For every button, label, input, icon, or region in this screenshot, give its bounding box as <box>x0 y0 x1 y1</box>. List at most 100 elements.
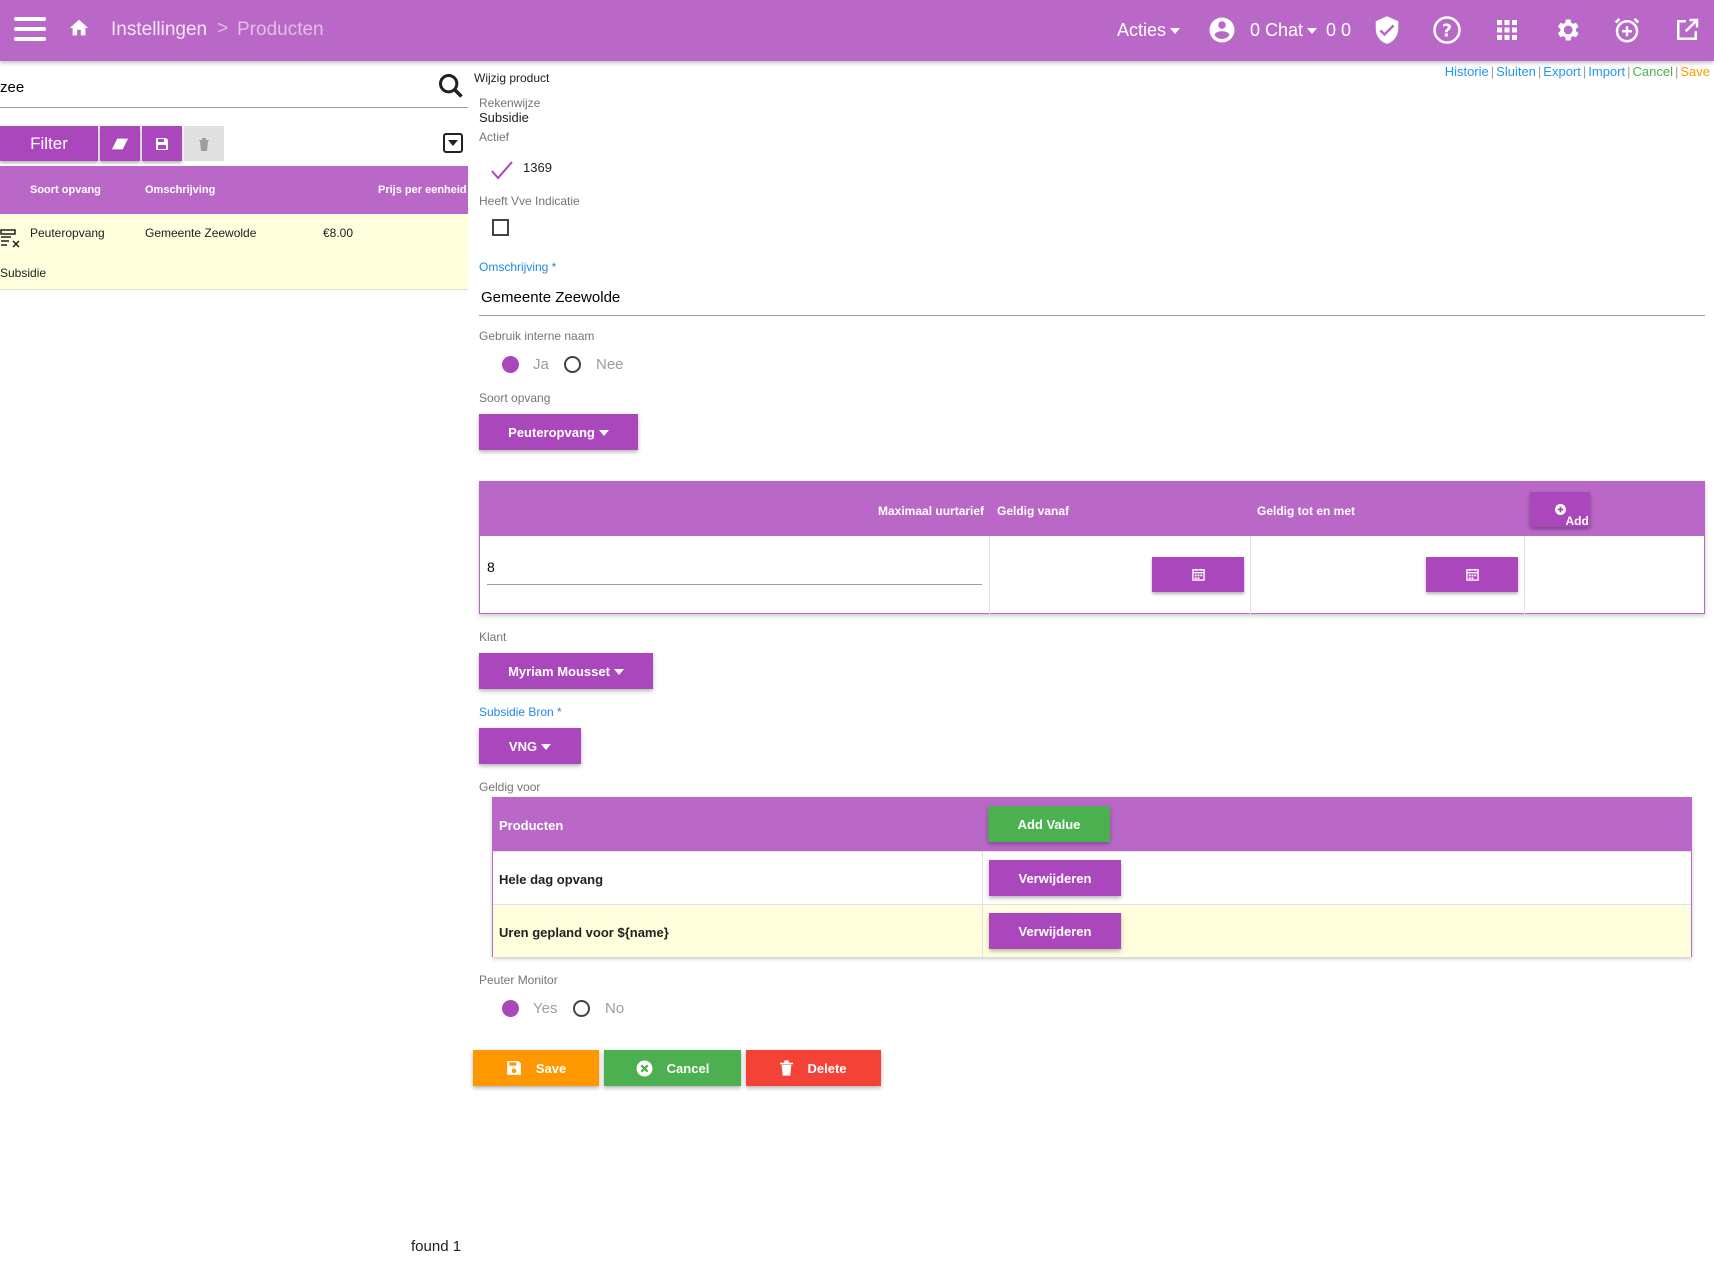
shield-check-icon[interactable] <box>1372 15 1402 45</box>
soort-opvang-value: Peuteropvang <box>508 424 595 440</box>
result-count: found 1 <box>411 1238 462 1255</box>
rates-table: Maximaal uurtarief Geldig vanaf Geldig t… <box>479 481 1705 614</box>
monitor-no-radio[interactable] <box>573 1000 590 1017</box>
alarm-add-icon[interactable] <box>1612 15 1642 45</box>
svg-text:?: ? <box>1442 21 1452 41</box>
omschrijving-label: Omschrijving * <box>479 260 557 274</box>
save-filter-button[interactable] <box>142 126 182 161</box>
add-rate-label: Add <box>1565 514 1589 528</box>
interne-naam-no-label: Nee <box>596 356 624 373</box>
klant-dropdown[interactable]: Myriam Mousset <box>479 653 653 689</box>
delete-filter-button[interactable] <box>184 126 224 161</box>
table-row: Uren gepland voor ${name} Verwijderen <box>493 904 1691 957</box>
search-bar <box>0 70 468 108</box>
collapse-toggle-icon[interactable] <box>443 133 463 153</box>
chevron-down-icon <box>613 669 624 676</box>
omschrijving-field[interactable] <box>479 279 1705 316</box>
link-divider: | <box>1627 64 1631 79</box>
chat-menu[interactable]: 0 Chat <box>1250 20 1318 41</box>
peuter-monitor-label: Peuter Monitor <box>479 973 558 987</box>
soort-opvang-dropdown[interactable]: Peuteropvang <box>479 414 638 450</box>
apps-grid-icon[interactable] <box>1492 15 1522 45</box>
acties-menu[interactable]: Acties <box>1117 20 1181 41</box>
breadcrumb-instellingen[interactable]: Instellingen <box>111 19 207 41</box>
interne-naam-yes-label: Ja <box>533 356 549 373</box>
subsidie-bron-label: Subsidie Bron * <box>479 705 562 719</box>
add-rate-button[interactable]: Add <box>1530 492 1590 528</box>
top-app-bar: Instellingen > Producten Acties 0 Chat 0… <box>0 0 1714 61</box>
home-icon[interactable] <box>68 17 90 39</box>
row-subtype: Subsidie <box>0 266 47 280</box>
rekenwijze-label: Rekenwijze <box>479 96 541 110</box>
delete-button[interactable]: Delete <box>746 1050 881 1086</box>
monitor-yes-label: Yes <box>533 1000 558 1017</box>
gear-icon[interactable] <box>1552 15 1582 45</box>
checkmark-icon[interactable] <box>490 160 514 180</box>
eraser-button[interactable] <box>100 126 140 161</box>
product-edit-icon[interactable] <box>0 228 22 250</box>
add-value-button[interactable]: Add Value <box>988 806 1110 842</box>
list-item[interactable]: Peuteropvang Gemeente Zeewolde €8.00 Sub… <box>0 214 468 290</box>
breadcrumb-separator: > <box>217 18 229 39</box>
table-row: Hele dag opvang Verwijderen <box>493 851 1691 904</box>
import-link[interactable]: Import <box>1588 64 1625 79</box>
cell-divider <box>1524 536 1525 614</box>
save-icon <box>156 137 168 150</box>
monitor-no-label: No <box>605 1000 625 1017</box>
klant-label: Klant <box>479 630 507 644</box>
product-name: Uren gepland voor ${name} <box>499 925 669 940</box>
filter-toolbar: Filter <box>0 126 224 161</box>
save-link[interactable]: Save <box>1680 64 1710 79</box>
remove-product-button[interactable]: Verwijderen <box>989 860 1121 896</box>
save-icon <box>506 1061 521 1075</box>
export-link[interactable]: Export <box>1543 64 1581 79</box>
vve-checkbox[interactable] <box>492 219 509 236</box>
row-omschrijving: Gemeente Zeewolde <box>145 226 257 240</box>
save-button[interactable]: Save <box>473 1050 599 1086</box>
actief-label: Actief <box>479 130 510 144</box>
cell-divider <box>1250 536 1251 614</box>
breadcrumb-producten[interactable]: Producten <box>237 19 324 41</box>
notification-counts: 0 0 <box>1326 20 1352 40</box>
interne-naam-no-radio[interactable] <box>564 356 581 373</box>
link-divider: | <box>1490 64 1495 79</box>
cancel-button[interactable]: Cancel <box>604 1050 741 1086</box>
chevron-down-icon <box>598 430 609 437</box>
subsidie-bron-value: VNG <box>508 738 538 754</box>
account-circle-icon[interactable] <box>1207 15 1237 45</box>
column-soort-opvang[interactable]: Soort opvang <box>30 184 101 196</box>
search-input[interactable] <box>0 74 420 100</box>
cancel-link[interactable]: Cancel <box>1633 64 1673 79</box>
column-geldig-tot: Geldig tot en met <box>1257 504 1356 518</box>
soort-opvang-label: Soort opvang <box>479 391 551 405</box>
interne-naam-yes-radio[interactable] <box>502 356 519 373</box>
open-in-new-icon[interactable] <box>1672 15 1702 45</box>
rates-table-header: Maximaal uurtarief Geldig vanaf Geldig t… <box>480 482 1704 536</box>
date-from-button[interactable] <box>1152 557 1244 592</box>
column-divider <box>982 851 983 957</box>
trash-icon <box>780 1060 794 1076</box>
actief-value: 1369 <box>523 160 552 175</box>
sluiten-link[interactable]: Sluiten <box>1496 64 1536 79</box>
product-list-header: Soort opvang Omschrijving Prijs per eenh… <box>0 166 468 214</box>
max-uurtarief-input[interactable] <box>487 549 982 585</box>
plus-circle-icon <box>1554 503 1566 515</box>
subsidie-bron-dropdown[interactable]: VNG <box>479 728 581 764</box>
monitor-yes-radio[interactable] <box>502 1000 519 1017</box>
filter-button[interactable]: Filter <box>0 126 98 161</box>
remove-product-button[interactable]: Verwijderen <box>989 913 1121 949</box>
link-divider: | <box>1674 64 1679 79</box>
chat-label: 0 Chat <box>1250 20 1304 40</box>
link-divider: | <box>1537 64 1542 79</box>
help-circle-icon[interactable]: ? <box>1432 15 1462 45</box>
historie-link[interactable]: Historie <box>1445 64 1489 79</box>
products-table-header: Producten Add Value <box>493 798 1691 851</box>
klant-value: Myriam Mousset <box>508 663 610 679</box>
save-label: Save <box>535 1060 567 1076</box>
hamburger-menu-icon[interactable] <box>14 17 46 43</box>
column-prijs[interactable]: Prijs per eenheid <box>378 184 468 196</box>
vve-label: Heeft Vve Indicatie <box>479 194 580 208</box>
search-icon[interactable] <box>437 72 465 100</box>
column-omschrijving[interactable]: Omschrijving <box>145 184 215 196</box>
date-to-button[interactable] <box>1426 557 1518 592</box>
